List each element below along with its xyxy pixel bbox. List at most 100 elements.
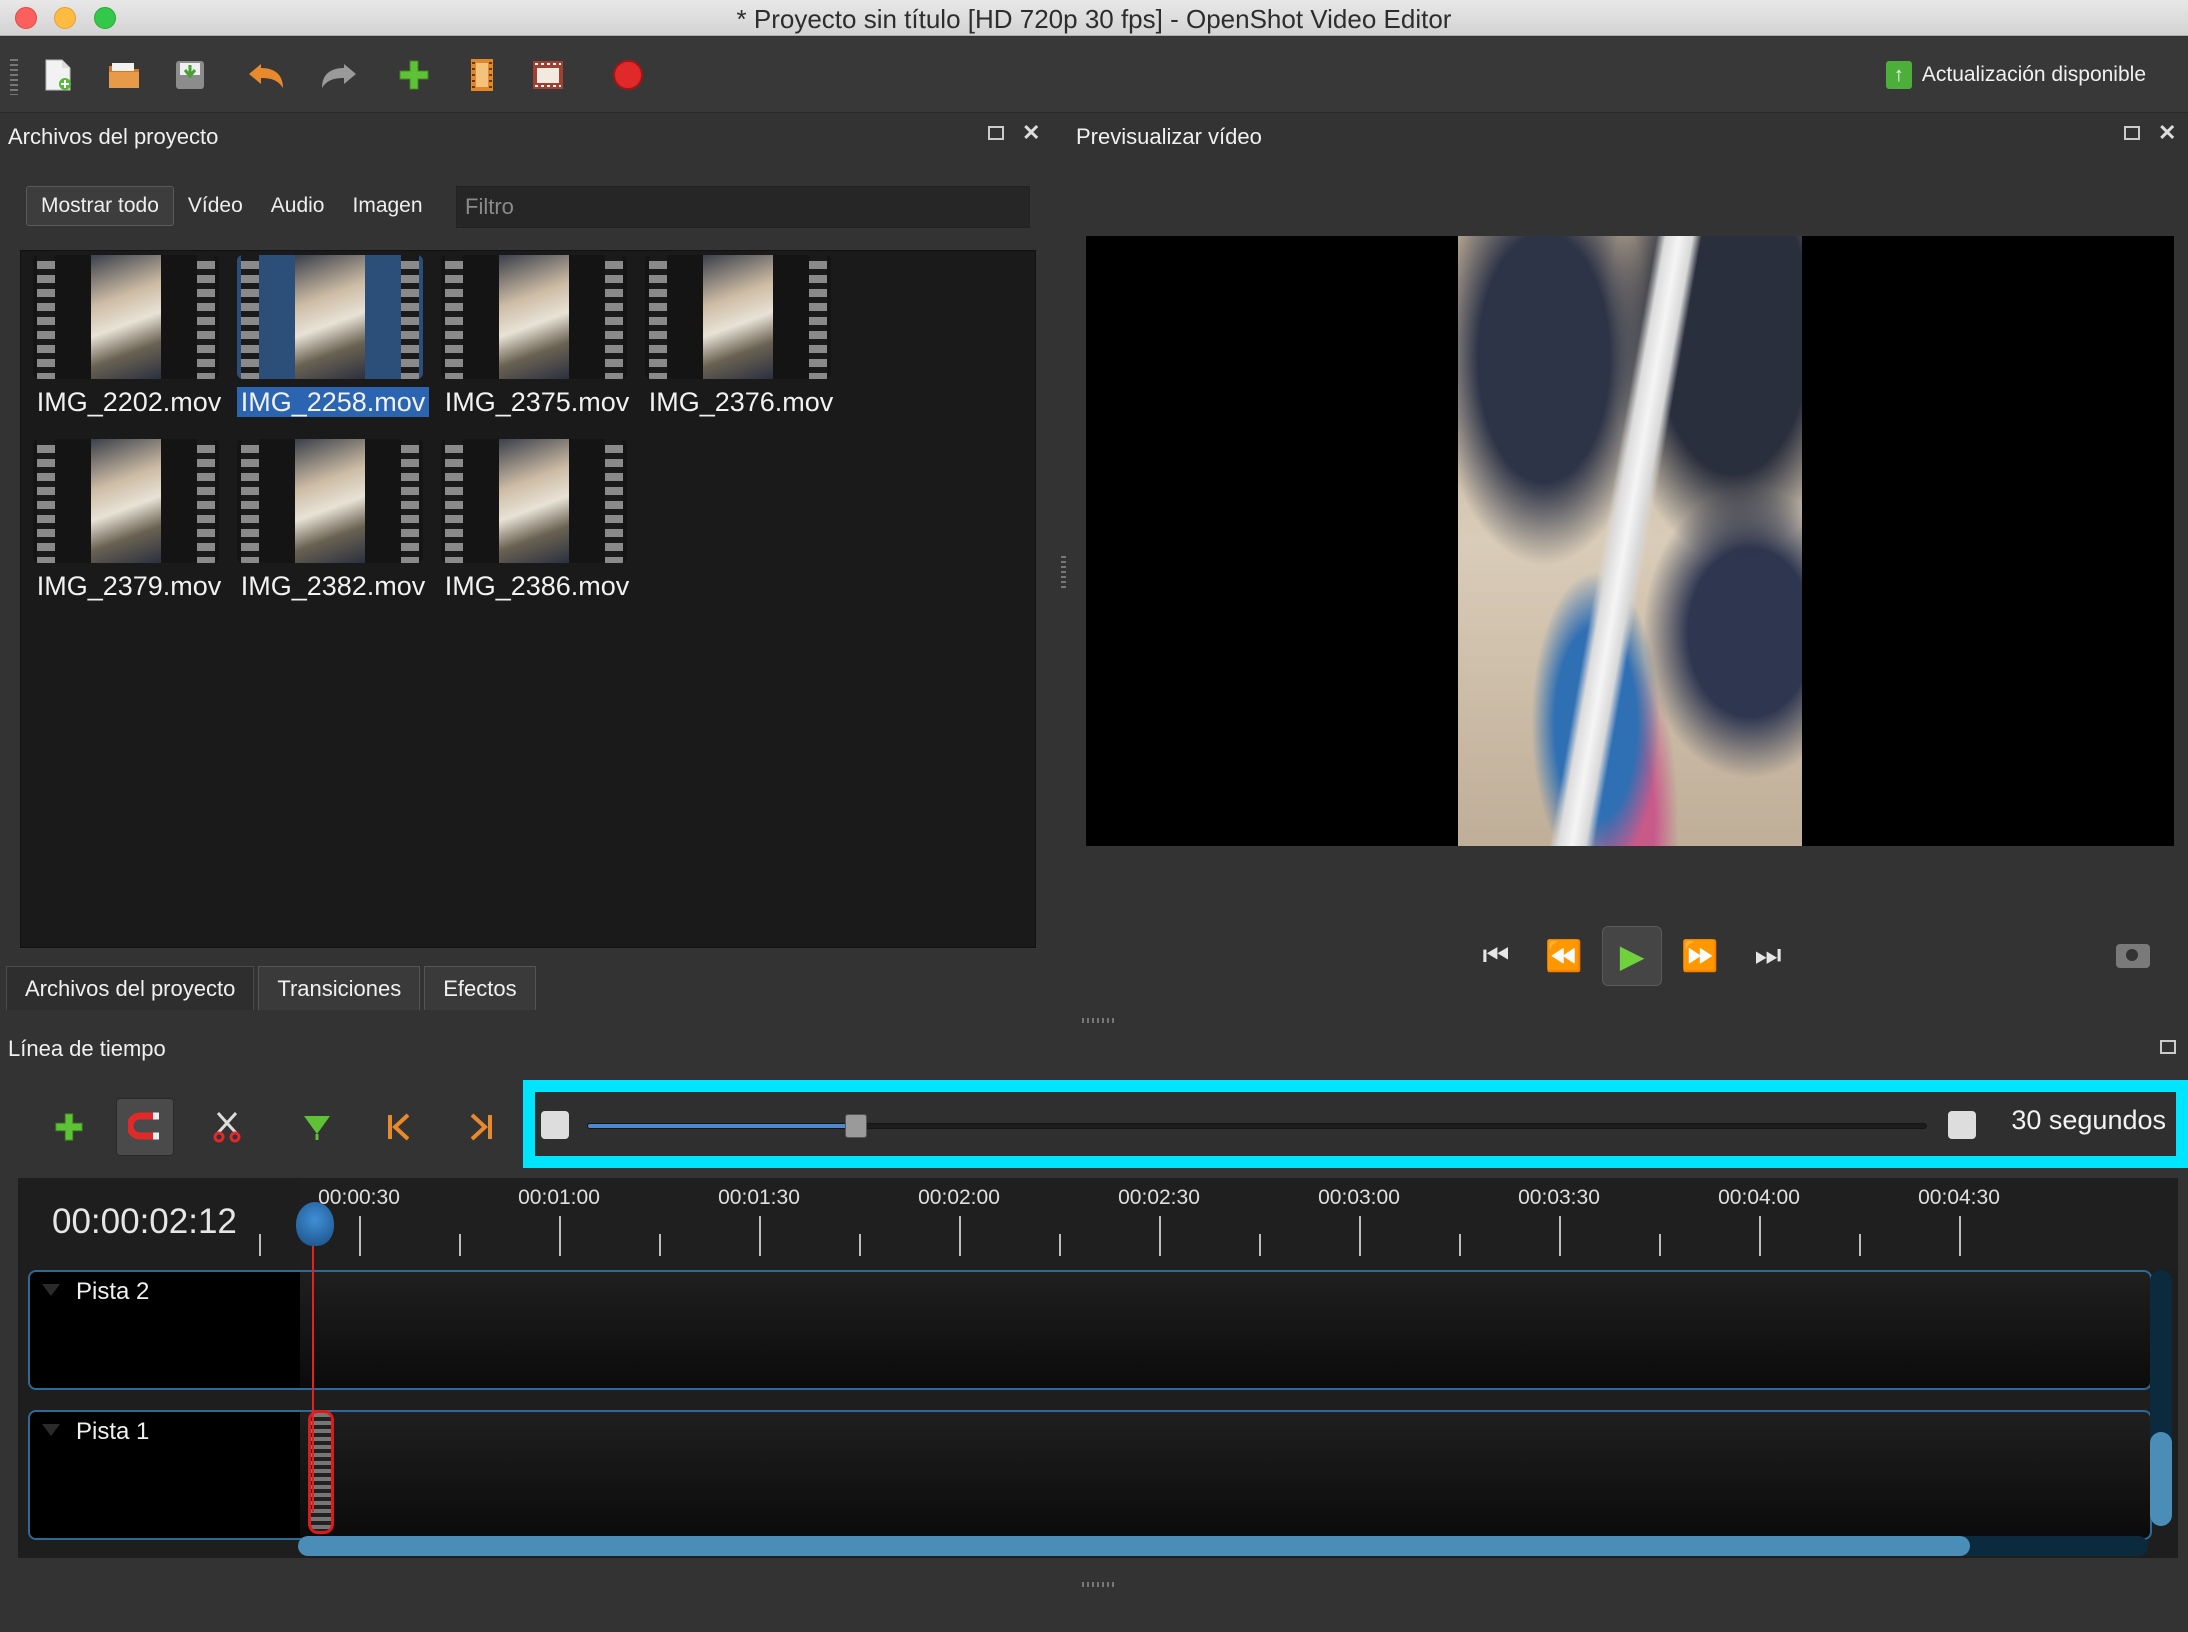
ruler-tick-major xyxy=(359,1216,361,1256)
playhead-handle[interactable] xyxy=(296,1202,334,1246)
toolbar-grip-icon[interactable] xyxy=(10,59,18,95)
file-thumbnail xyxy=(441,439,627,563)
add-marker-button[interactable] xyxy=(288,1098,346,1156)
magnet-icon xyxy=(128,1112,159,1140)
close-dock-icon[interactable]: ✕ xyxy=(2158,122,2176,144)
scrollbar-thumb[interactable] xyxy=(298,1536,1970,1556)
save-project-icon xyxy=(176,61,204,89)
snapshot-camera-icon[interactable] xyxy=(2116,944,2150,968)
window-title: * Proyecto sin título [HD 720p 30 fps] -… xyxy=(736,4,1452,34)
ruler-label: 00:02:00 xyxy=(918,1186,1000,1209)
bottom-splitter-handle[interactable] xyxy=(1082,1582,1116,1587)
filter-show-all[interactable]: Mostrar todo xyxy=(26,186,174,226)
filter-video[interactable]: Vídeo xyxy=(174,186,257,226)
file-thumbnail xyxy=(33,255,219,379)
zoom-out-icon[interactable] xyxy=(1948,1111,1976,1139)
ruler-tick-major xyxy=(959,1216,961,1256)
playhead-line xyxy=(312,1218,314,1512)
filter-input[interactable]: Filtro xyxy=(456,186,1030,228)
ruler-label: 00:01:00 xyxy=(518,1186,600,1209)
ruler-tick-major xyxy=(1959,1216,1961,1256)
export-video-button[interactable] xyxy=(606,53,650,97)
timeline-horizontal-scrollbar[interactable] xyxy=(298,1536,2148,1556)
time-ruler[interactable]: 00:00:30 00:01:00 00:01:30 00:02:00 00:02:30… xyxy=(259,1178,2178,1270)
zoom-slider-handle[interactable] xyxy=(845,1114,867,1138)
collapse-arrow-icon[interactable] xyxy=(42,1424,60,1436)
track-name: Pista 1 xyxy=(76,1418,150,1445)
file-item[interactable]: IMG_2375.mov xyxy=(435,251,631,431)
choose-profile-button[interactable] xyxy=(460,53,504,97)
float-dock-icon[interactable] xyxy=(988,126,1004,140)
project-files-list[interactable]: IMG_2202.mov IMG_2258.mov IMG_2375.mov I… xyxy=(20,250,1036,948)
tab-transitions[interactable]: Transiciones xyxy=(258,966,421,1010)
tab-project-files[interactable]: Archivos del proyecto xyxy=(6,966,255,1010)
file-item[interactable]: IMG_2386.mov xyxy=(435,435,631,615)
zoom-slider[interactable] xyxy=(587,1114,1927,1138)
snapping-button[interactable] xyxy=(116,1098,174,1156)
fullscreen-icon xyxy=(533,61,563,89)
redo-icon xyxy=(322,64,356,88)
add-track-button[interactable] xyxy=(40,1098,98,1156)
new-project-button[interactable] xyxy=(36,53,80,97)
scrollbar-thumb[interactable] xyxy=(2150,1432,2172,1526)
ruler-label: 00:01:30 xyxy=(718,1186,800,1209)
ruler-tick-minor xyxy=(1459,1234,1461,1256)
jump-start-button[interactable]: ⏮ xyxy=(1466,926,1526,986)
file-item[interactable]: IMG_2379.mov xyxy=(27,435,223,615)
filter-audio[interactable]: Audio xyxy=(257,186,339,226)
redo-button[interactable] xyxy=(316,53,360,97)
file-item[interactable]: IMG_2376.mov xyxy=(639,251,835,431)
ruler-label: 00:03:30 xyxy=(1518,1186,1600,1209)
rewind-icon: ⏪ xyxy=(1545,939,1583,973)
horizontal-splitter-handle[interactable] xyxy=(1082,1018,1116,1023)
float-dock-icon[interactable] xyxy=(2160,1040,2176,1054)
previous-marker-button[interactable] xyxy=(370,1098,428,1156)
file-name: IMG_2382.mov xyxy=(240,571,426,601)
ruler-tick-major xyxy=(1359,1216,1361,1256)
ruler-tick-minor xyxy=(859,1234,861,1256)
preview-title: Previsualizar vídeo xyxy=(1076,124,1262,149)
ruler-label: 00:04:00 xyxy=(1718,1186,1800,1209)
close-dock-icon[interactable]: ✕ xyxy=(1022,122,1040,144)
update-available-button[interactable]: ↑ Actualización disponible xyxy=(1885,61,2146,89)
zoom-in-icon[interactable] xyxy=(541,1111,569,1139)
playback-controls: ⏮ ⏪ ▶ ⏩ ⏭ xyxy=(1466,926,1798,986)
ruler-tick-minor xyxy=(1059,1234,1061,1256)
collapse-arrow-icon[interactable] xyxy=(42,1284,60,1296)
file-item[interactable]: IMG_2202.mov xyxy=(27,251,223,431)
rewind-button[interactable]: ⏪ xyxy=(1534,926,1594,986)
fullscreen-button[interactable] xyxy=(526,53,570,97)
track-pista-1[interactable]: Pista 1 xyxy=(28,1410,2152,1540)
razor-button[interactable] xyxy=(198,1098,256,1156)
next-marker-button[interactable] xyxy=(452,1098,510,1156)
undo-icon xyxy=(249,64,283,88)
import-files-button[interactable] xyxy=(392,53,436,97)
file-thumbnail xyxy=(645,255,831,379)
fast-forward-icon: ⏩ xyxy=(1681,939,1719,973)
file-thumbnail xyxy=(237,439,423,563)
file-name: IMG_2379.mov xyxy=(36,571,222,601)
float-dock-icon[interactable] xyxy=(2124,126,2140,140)
ruler-label: 00:03:00 xyxy=(1318,1186,1400,1209)
save-project-button[interactable] xyxy=(168,53,212,97)
track-header: Pista 2 xyxy=(30,1272,300,1388)
fast-forward-button[interactable]: ⏩ xyxy=(1670,926,1730,986)
vertical-splitter-handle[interactable] xyxy=(1061,556,1066,590)
filter-image[interactable]: Imagen xyxy=(339,186,437,226)
previous-marker-icon xyxy=(388,1113,410,1141)
open-project-button[interactable] xyxy=(102,53,146,97)
play-button[interactable]: ▶ xyxy=(1602,926,1662,986)
project-files-dock-controls: ✕ xyxy=(988,122,1040,144)
tab-effects[interactable]: Efectos xyxy=(424,966,536,1010)
project-tabs: Archivos del proyecto Transiciones Efect… xyxy=(6,966,540,1010)
file-item-selected[interactable]: IMG_2258.mov xyxy=(231,251,430,431)
track-name: Pista 2 xyxy=(76,1278,150,1305)
timeline-vertical-scrollbar[interactable] xyxy=(2150,1270,2172,1526)
ruler-tick-major xyxy=(559,1216,561,1256)
file-item[interactable]: IMG_2382.mov xyxy=(231,435,427,615)
file-thumbnail xyxy=(33,439,219,563)
undo-button[interactable] xyxy=(245,53,289,97)
track-pista-2[interactable]: Pista 2 xyxy=(28,1270,2152,1390)
jump-end-button[interactable]: ⏭ xyxy=(1738,926,1798,986)
zoom-slider-panel: 30 segundos xyxy=(523,1080,2188,1168)
